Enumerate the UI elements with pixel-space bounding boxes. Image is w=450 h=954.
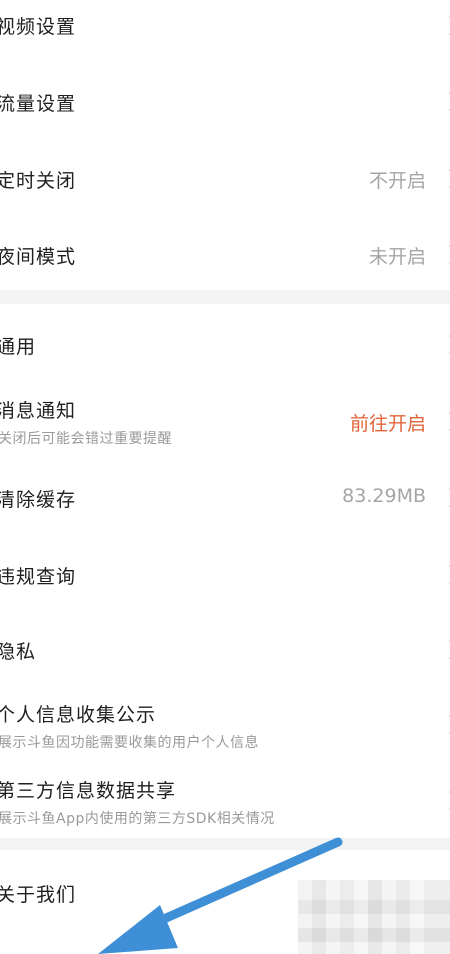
chevron-right-icon <box>440 16 450 35</box>
night-mode-status-value: 未开启 <box>368 246 426 268</box>
settings-item-night-mode[interactable]: 夜间模式 未开启 <box>0 222 450 286</box>
chevron-right-icon <box>440 488 450 507</box>
settings-item-label: 隐私 <box>0 641 37 663</box>
chevron-right-icon <box>440 169 450 188</box>
settings-item-label: 个人信息收集公示 <box>0 704 157 726</box>
settings-item-timer[interactable]: 定时关闭 不开启 <box>0 146 450 210</box>
settings-item-label: 视频设置 <box>0 16 77 38</box>
section-divider <box>0 290 450 304</box>
settings-item-label: 第三方信息数据共享 <box>0 780 177 802</box>
settings-item-label: 定时关闭 <box>0 170 77 192</box>
chevron-right-icon <box>440 640 450 659</box>
settings-item-personal-info[interactable]: 个人信息收集公示 展示斗鱼因功能需要收集的用户个人信息 <box>0 690 450 760</box>
settings-item-general[interactable]: 通用 <box>0 308 450 378</box>
settings-item-label: 关于我们 <box>0 884 77 906</box>
settings-item-label: 通用 <box>0 336 37 358</box>
settings-item-description: 关闭后可能会错过重要提醒 <box>0 431 172 447</box>
settings-item-label: 违规查询 <box>0 566 77 588</box>
settings-screen: 视频设置 流量设置 定时关闭 不开启 夜间模式 未开启 通用 消息通知 关闭后可… <box>0 0 450 954</box>
chevron-right-icon <box>440 715 450 734</box>
chevron-right-icon <box>440 565 450 584</box>
settings-item-notifications[interactable]: 消息通知 关闭后可能会错过重要提醒 前往开启 <box>0 384 450 454</box>
settings-item-video[interactable]: 视频设置 <box>0 0 450 60</box>
chevron-right-icon <box>440 335 450 354</box>
settings-item-label: 清除缓存 <box>0 489 77 511</box>
settings-item-label: 消息通知 <box>0 400 77 422</box>
blurred-watermark <box>298 880 450 954</box>
timer-status-value: 不开启 <box>368 170 426 192</box>
settings-item-third-party-sharing[interactable]: 第三方信息数据共享 展示斗鱼App内使用的第三方SDK相关情况 <box>0 766 450 836</box>
settings-item-description: 展示斗鱼因功能需要收集的用户个人信息 <box>0 735 259 751</box>
settings-item-traffic[interactable]: 流量设置 <box>0 70 450 134</box>
cache-size-value: 83.29MB <box>342 485 426 507</box>
chevron-right-icon <box>440 92 450 111</box>
settings-item-description: 展示斗鱼App内使用的第三方SDK相关情况 <box>0 811 275 827</box>
chevron-right-icon <box>440 245 450 264</box>
settings-item-privacy[interactable]: 隐私 <box>0 616 450 686</box>
chevron-right-icon <box>440 791 450 810</box>
chevron-right-icon <box>440 412 450 431</box>
notifications-open-link[interactable]: 前往开启 <box>350 409 426 436</box>
settings-item-violation-query[interactable]: 违规查询 <box>0 540 450 610</box>
settings-item-clear-cache[interactable]: 清除缓存 83.29MB <box>0 462 450 532</box>
section-divider <box>0 838 450 850</box>
settings-item-label: 夜间模式 <box>0 246 77 268</box>
settings-item-label: 流量设置 <box>0 93 77 115</box>
